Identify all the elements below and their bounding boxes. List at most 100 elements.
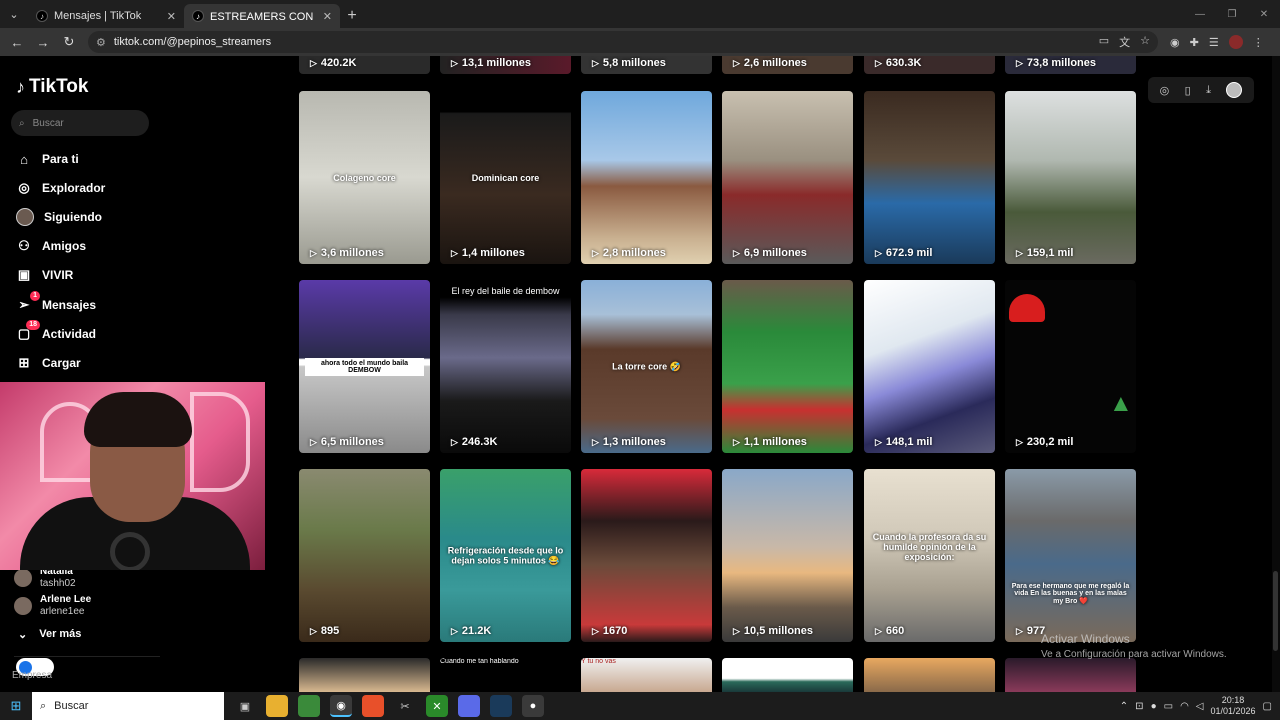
capcut-icon[interactable]: ✂ (394, 695, 416, 717)
steam-icon[interactable] (490, 695, 512, 717)
footer-link[interactable]: Empresa (12, 670, 52, 681)
video-thumbnail[interactable]: ▷ 895 (299, 469, 430, 642)
video-thumbnail[interactable]: Cuando la profesora da su humilde opinió… (864, 469, 995, 642)
back-icon[interactable]: ← (6, 31, 28, 53)
sidebar-item-para-ti[interactable]: ⌂ Para ti (16, 149, 79, 169)
see-more-button[interactable]: ⌄ Ver más (18, 628, 81, 641)
video-thumbnail[interactable]: ▷ 630.3K (864, 56, 995, 74)
store-icon[interactable] (298, 695, 320, 717)
display-icon[interactable]: ▭ (1164, 701, 1173, 712)
tab-search-chevron-icon[interactable]: ⌄ (0, 0, 28, 28)
tab-mensajes[interactable]: ♪ Mensajes | TikTok ✕ (28, 4, 184, 28)
microphone-icon[interactable]: ● (1151, 701, 1157, 712)
profile-avatar[interactable] (1226, 82, 1243, 98)
minimize-icon[interactable]: — (1184, 0, 1216, 28)
extensions-puzzle-icon[interactable]: ✚ (1190, 36, 1199, 49)
site-info-icon[interactable]: ⚙ (96, 36, 106, 49)
chevron-down-icon: ⌄ (18, 629, 28, 641)
video-thumbnail[interactable]: Colageno core ▷ 3,6 millones (299, 91, 430, 264)
video-thumbnail[interactable]: ▷ 5,8 millones (581, 56, 712, 74)
video-thumbnail[interactable]: ▷ 13,1 millones (440, 56, 571, 74)
close-tab-icon[interactable]: ✕ (323, 10, 332, 23)
browser-toolbar: ← → ↻ ⚙ tiktok.com/@pepinos_streamers ▭ … (0, 28, 1280, 56)
sidebar-item-siguiendo[interactable]: Siguiendo (16, 207, 102, 227)
play-icon: ▷ (592, 247, 599, 258)
forward-icon[interactable]: → (32, 31, 54, 53)
network-icon[interactable]: ⊡ (1135, 701, 1143, 712)
video-thumbnail[interactable] (864, 658, 995, 692)
profile-avatar-icon[interactable] (1228, 35, 1243, 49)
following-account[interactable]: Arlene Lee arlene1ee (14, 594, 91, 617)
task-view-icon[interactable]: ▣ (234, 695, 256, 717)
video-thumbnail[interactable]: Y tu no vas (581, 658, 712, 692)
video-thumbnail[interactable] (722, 658, 853, 692)
view-count: ▷ 660 (875, 625, 904, 637)
reload-icon[interactable]: ↻ (58, 31, 80, 53)
taskbar-search[interactable]: ⌕ Buscar (32, 692, 224, 720)
mobile-icon[interactable]: ▯ (1185, 84, 1191, 97)
close-window-icon[interactable]: ✕ (1248, 0, 1280, 28)
address-bar[interactable]: ⚙ tiktok.com/@pepinos_streamers ▭ 文 ☆ (88, 31, 1158, 53)
cast-icon[interactable]: ▭ (1099, 34, 1109, 50)
translate-icon[interactable]: 文 (1119, 34, 1130, 50)
video-thumbnail[interactable]: ahora todo el mundo baila DEMBOW ▷ 6,5 mi… (299, 280, 430, 453)
wifi-icon[interactable]: ◠ (1180, 701, 1189, 712)
video-thumbnail[interactable]: La torre core 🤣 ▷ 1,3 millones (581, 280, 712, 453)
new-tab-button[interactable]: + (340, 4, 364, 28)
sidebar-item-amigos[interactable]: ⚇ Amigos (16, 236, 86, 256)
video-thumbnail[interactable]: ▷ 420.2K (299, 56, 430, 74)
windows-start-icon[interactable]: ⊞ (0, 692, 32, 720)
view-count: ▷ 73,8 millones (1016, 57, 1096, 69)
reading-list-icon[interactable]: ☰ (1209, 36, 1219, 49)
clock[interactable]: 20:18 01/01/2026 (1211, 695, 1256, 717)
video-thumbnail[interactable] (299, 658, 430, 692)
scrollbar[interactable] (1272, 56, 1280, 692)
video-thumbnail[interactable]: Cuando me tan hablando (440, 658, 571, 692)
tab-estreamers[interactable]: ♪ ESTREAMERS CON PEPINO 🥒 ✕ (184, 4, 340, 28)
compass-icon[interactable]: ◎ (1160, 84, 1170, 97)
play-icon: ▷ (733, 247, 740, 258)
video-thumbnail[interactable] (1005, 658, 1136, 692)
xbox-icon[interactable]: ✕ (426, 695, 448, 717)
video-thumbnail[interactable]: ▷ 2,8 millones (581, 91, 712, 264)
extension-icon[interactable]: ◉ (1170, 36, 1180, 49)
play-icon: ▷ (1016, 57, 1023, 68)
view-count-text: 10,5 millones (743, 625, 814, 637)
chrome-icon[interactable]: ◉ (330, 695, 352, 717)
video-thumbnail[interactable]: Dominican core ▷ 1,4 millones (440, 91, 571, 264)
video-thumbnail[interactable]: ▷ 10,5 millones (722, 469, 853, 642)
video-thumbnail[interactable]: ▷ 159,1 mil (1005, 91, 1136, 264)
video-thumbnail[interactable]: Refrigeración desde que lo dejan solos 5… (440, 469, 571, 642)
obs-icon[interactable]: ● (522, 695, 544, 717)
bookmark-star-icon[interactable]: ☆ (1140, 34, 1150, 50)
video-thumbnail[interactable]: ▷ 148,1 mil (864, 280, 995, 453)
sidebar-item-mensajes[interactable]: ➢ 1 Mensajes (16, 291, 96, 315)
video-thumbnail[interactable]: ▷ 1,1 millones (722, 280, 853, 453)
video-thumbnail[interactable]: Para ese hermano que me regaló la vida E… (1005, 469, 1136, 642)
restore-icon[interactable]: ❐ (1216, 0, 1248, 28)
notification-icon[interactable]: ▢ (1263, 701, 1272, 712)
download-icon[interactable]: ⤓ (1206, 84, 1211, 97)
video-thumbnail[interactable]: El rey del baile de dembow ▷ 246.3K (440, 280, 571, 453)
file-explorer-icon[interactable] (266, 695, 288, 717)
sidebar-item-cargar[interactable]: ⊞ Cargar (16, 353, 81, 373)
volume-icon[interactable]: ◁ (1196, 701, 1204, 712)
video-thumbnail[interactable]: ▲ ▷ 230,2 mil (1005, 280, 1136, 453)
close-tab-icon[interactable]: ✕ (167, 10, 176, 23)
tiktok-logo[interactable]: ♪ TikTok (16, 76, 88, 98)
video-thumbnail[interactable]: ▷ 73,8 millones (1005, 56, 1136, 74)
video-thumbnail[interactable]: ▷ 2,6 millones (722, 56, 853, 74)
sidebar-item-explorador[interactable]: ◎ Explorador (16, 178, 105, 198)
brave-icon[interactable] (362, 695, 384, 717)
chrome-menu-icon[interactable]: ⋮ (1253, 36, 1264, 49)
search-input[interactable]: ⌕ Buscar (11, 110, 149, 136)
view-count-text: 13,1 millones (461, 57, 532, 69)
chevron-up-icon[interactable]: ⌃ (1120, 701, 1128, 712)
video-thumbnail[interactable]: ▷ 6,9 millones (722, 91, 853, 264)
scrollbar-thumb[interactable] (1273, 571, 1278, 651)
discord-icon[interactable] (458, 695, 480, 717)
video-thumbnail[interactable]: ▷ 1670 (581, 469, 712, 642)
video-thumbnail[interactable]: ▷ 672.9 mil (864, 91, 995, 264)
sidebar-item-vivir[interactable]: ▣ VIVIR (16, 265, 74, 285)
sidebar-item-actividad[interactable]: ▢ 18 Actividad (16, 320, 96, 344)
